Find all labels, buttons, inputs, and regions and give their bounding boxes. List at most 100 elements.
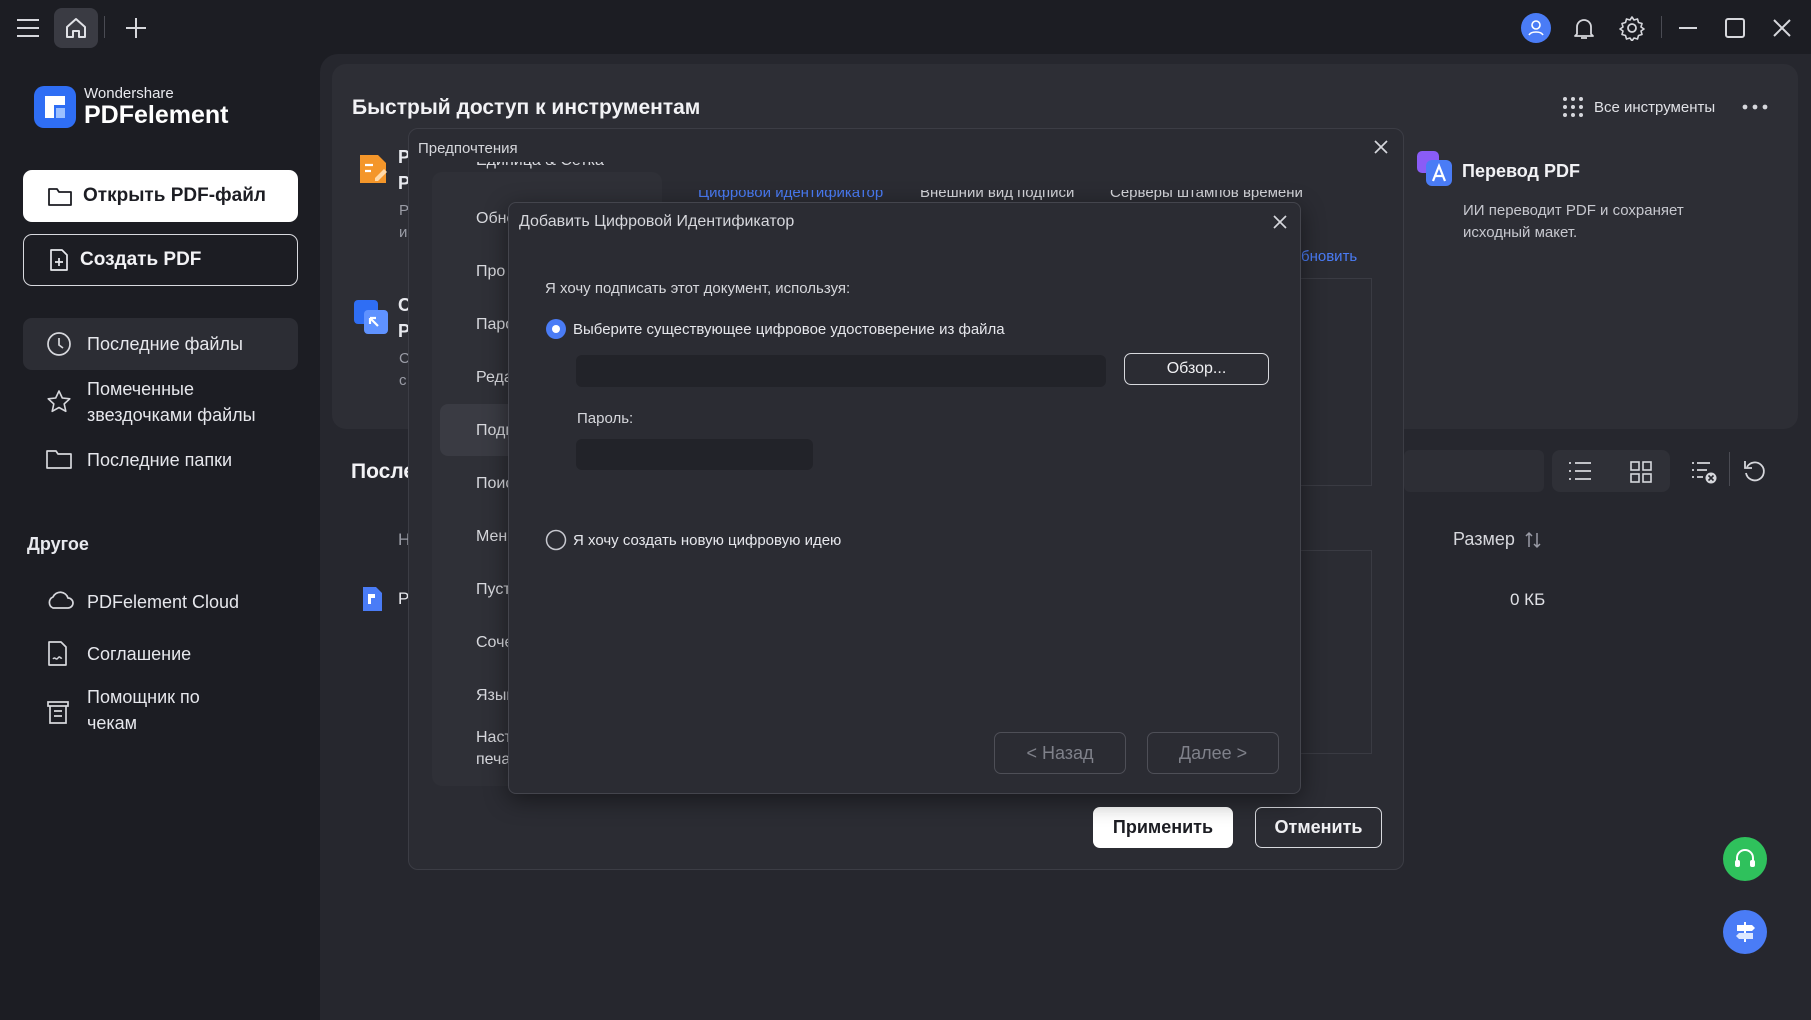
nav-receipt-line2: чекам (87, 713, 138, 733)
signpost-icon (1732, 919, 1758, 945)
tool-card-1-frag-d: и (399, 224, 408, 241)
translate-pdf-title: Перевод PDF (1462, 161, 1580, 181)
certificate-file-path-field[interactable] (576, 355, 1106, 387)
option-existing-label: Выберите существующее цифровое удостовер… (573, 320, 1005, 338)
compress-tool-icon[interactable] (352, 298, 390, 336)
other-heading: Другое (27, 534, 89, 554)
pref-nav-top-partial: Единица & Сетка (476, 162, 604, 170)
refresh-link-partial[interactable]: бновить (1301, 248, 1357, 265)
sign-prompt: Я хочу подписать этот документ, использу… (545, 280, 851, 297)
certificate-list-partial (1301, 278, 1372, 486)
gear-icon[interactable] (1614, 10, 1650, 46)
browse-label: Обзор... (1166, 360, 1227, 377)
option-new-label: Я хочу создать новую цифровую идею (573, 531, 842, 549)
grid-view-icon[interactable] (1629, 460, 1653, 484)
user-avatar-icon[interactable] (1518, 10, 1554, 46)
pref-nav-item[interactable]: Про (476, 263, 505, 281)
translate-pdf-icon[interactable] (1416, 150, 1454, 188)
pref-nav-item[interactable]: печа (476, 751, 510, 769)
preferences-close-icon[interactable] (1372, 138, 1390, 156)
open-pdf-button[interactable]: Открыть PDF-файл (23, 170, 298, 222)
pdfelement-logo-icon (34, 86, 76, 128)
pref-nav-item[interactable]: Наст (476, 729, 512, 747)
file-plus-icon (48, 248, 70, 272)
sort-arrows-icon (1525, 531, 1541, 549)
more-options-icon[interactable] (1740, 96, 1770, 118)
browse-button[interactable]: Обзор... (1124, 353, 1269, 385)
clear-list-icon[interactable] (1690, 458, 1718, 486)
quick-access-title: Быстрый доступ к инструментам (352, 96, 701, 119)
nav-recent-files[interactable]: Последние файлы (23, 318, 298, 370)
preferences-title: Предпочтения (418, 140, 518, 157)
cancel-button[interactable]: Отменить (1255, 807, 1382, 848)
pdf-file-icon (361, 586, 383, 612)
nav-starred-line2: звездочками файлы (87, 405, 256, 425)
back-button[interactable]: < Назад (994, 732, 1126, 774)
nav-starred-line1: Помеченные (87, 379, 194, 399)
back-label: < Назад (1026, 742, 1094, 763)
menu-icon[interactable] (8, 10, 48, 46)
headset-icon (1732, 846, 1758, 872)
tab-digital-id[interactable]: Цифровой идентификатор (698, 190, 883, 201)
nav-receipt-assistant[interactable]: Помощник по чекам (23, 684, 298, 740)
create-pdf-label: Создать PDF (80, 249, 202, 270)
password-field[interactable] (576, 439, 813, 470)
certificate-details-partial (1301, 550, 1372, 754)
column-size-label: Размер (1453, 529, 1515, 549)
apply-button[interactable]: Применить (1093, 807, 1233, 848)
brand-product: PDFelement (84, 101, 229, 129)
brand-company: Wondershare (84, 85, 174, 102)
new-tab-plus-icon[interactable] (118, 10, 154, 46)
refresh-icon[interactable] (1742, 458, 1768, 484)
next-label: Далее > (1178, 742, 1248, 763)
edit-pdf-tool-icon[interactable] (356, 152, 390, 186)
translate-desc-line1: ИИ переводит PDF и сохраняет (1463, 202, 1684, 219)
recent-heading-partial: После (351, 460, 416, 483)
star-icon (45, 388, 73, 416)
support-headset-button[interactable] (1723, 837, 1767, 881)
option-new-id[interactable]: Я хочу создать новую цифровую идею (545, 529, 841, 551)
cloud-icon (45, 588, 75, 614)
bell-icon[interactable] (1566, 10, 1602, 46)
nav-receipt-line1: Помощник по (87, 687, 200, 707)
nav-pdfelement-cloud[interactable]: PDFelement Cloud (23, 582, 298, 622)
list-view-icon[interactable] (1568, 460, 1592, 482)
home-icon[interactable] (54, 8, 98, 48)
option-existing-id[interactable]: Выберите существующее цифровое удостовер… (545, 318, 1005, 340)
create-pdf-button[interactable]: Создать PDF (23, 234, 298, 286)
dialog-close-icon[interactable] (1271, 213, 1289, 231)
nav-agreement[interactable]: Соглашение (23, 634, 298, 674)
open-pdf-label: Открыть PDF-файл (83, 185, 266, 206)
all-tools-label: Все инструменты (1594, 98, 1716, 116)
minimize-icon[interactable] (1670, 10, 1706, 46)
grid-dots-icon (1562, 96, 1584, 118)
all-tools-button[interactable]: Все инструменты (1562, 96, 1715, 118)
pref-nav-item[interactable]: Мен (476, 528, 507, 546)
file-row-size: 0 КБ (1510, 590, 1546, 609)
divider (1729, 452, 1730, 486)
radio-selected-icon[interactable] (545, 318, 567, 340)
folder-icon (47, 185, 73, 207)
password-label: Пароль: (577, 410, 634, 427)
next-button[interactable]: Далее > (1147, 732, 1279, 774)
title-bar (0, 0, 1811, 54)
nav-agreement-label: Соглашение (87, 644, 192, 664)
cancel-label: Отменить (1274, 817, 1363, 837)
clock-icon (45, 330, 73, 358)
add-digital-id-title: Добавить Цифровой Идентификатор (519, 213, 795, 230)
signpost-button[interactable] (1723, 910, 1767, 954)
nav-cloud-label: PDFelement Cloud (87, 592, 240, 612)
search-field-partial[interactable] (1404, 450, 1544, 492)
receipt-icon (45, 698, 71, 726)
column-size-header[interactable]: Размер (1453, 529, 1541, 550)
nav-starred-files[interactable]: Помеченные звездочками файлы (23, 376, 298, 432)
tab-timestamp-servers[interactable]: Серверы штампов времени (1110, 190, 1303, 201)
sidebar: Wondershare PDFelement Открыть PDF-файл … (0, 54, 320, 1020)
close-window-icon[interactable] (1764, 10, 1800, 46)
tab-signature-appearance[interactable]: Внешний вид подписи (920, 190, 1074, 201)
pref-nav-item[interactable]: Пуст (476, 581, 511, 599)
document-sign-icon (45, 640, 71, 668)
maximize-icon[interactable] (1717, 10, 1753, 46)
nav-recent-folders[interactable]: Последние папки (23, 440, 298, 480)
radio-unselected-icon[interactable] (545, 529, 567, 551)
